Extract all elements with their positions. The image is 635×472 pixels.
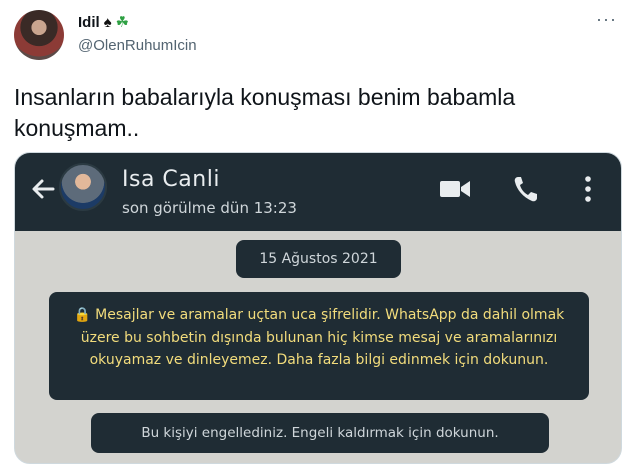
back-arrow-icon[interactable]: [29, 175, 57, 203]
author-name-row[interactable]: Idil ♠ ☘: [78, 14, 129, 31]
more-options-button[interactable]: ···: [596, 10, 617, 28]
author-handle[interactable]: @OlenRuhumIcin: [78, 37, 197, 54]
kebab-menu-icon[interactable]: [583, 175, 593, 203]
phone-call-icon[interactable]: [513, 175, 539, 203]
blocked-contact-notice[interactable]: Bu kişiyi engellediniz. Engeli kaldırmak…: [91, 413, 549, 453]
last-seen-status: son görülme dün 13:23: [122, 199, 297, 217]
tweet-text: Insanların babalarıyla konuşması benim b…: [14, 84, 516, 141]
more-horizontal-icon: ···: [596, 9, 617, 29]
contact-name[interactable]: Isa Canli: [122, 167, 220, 192]
tweet-card: Idil ♠ ☘ @OlenRuhumIcin ··· Insanların b…: [0, 0, 635, 472]
whatsapp-chat-header: Isa Canli son görülme dün 13:23: [15, 153, 621, 231]
date-badge: 15 Ağustos 2021: [236, 240, 401, 278]
spade-emoji-icon: ♠: [103, 14, 112, 31]
video-call-icon[interactable]: [439, 177, 471, 201]
author-avatar[interactable]: [14, 10, 64, 60]
clover-emoji-icon: ☘: [115, 14, 130, 31]
encryption-notice[interactable]: 🔒 Mesajlar ve aramalar uçtan uca şifrelid…: [49, 292, 589, 400]
whatsapp-chat-area: 15 Ağustos 2021 🔒 Mesajlar ve aramalar uç…: [15, 231, 621, 463]
encryption-notice-text: Mesajlar ve aramalar uçtan uca şifrelidi…: [80, 307, 565, 368]
author-name[interactable]: Idil: [78, 14, 100, 31]
lock-icon: 🔒: [73, 307, 92, 323]
contact-avatar[interactable]: [59, 163, 107, 211]
tweet-media-screenshot[interactable]: Isa Canli son görülme dün 13:23 15 Ağust…: [14, 152, 622, 464]
